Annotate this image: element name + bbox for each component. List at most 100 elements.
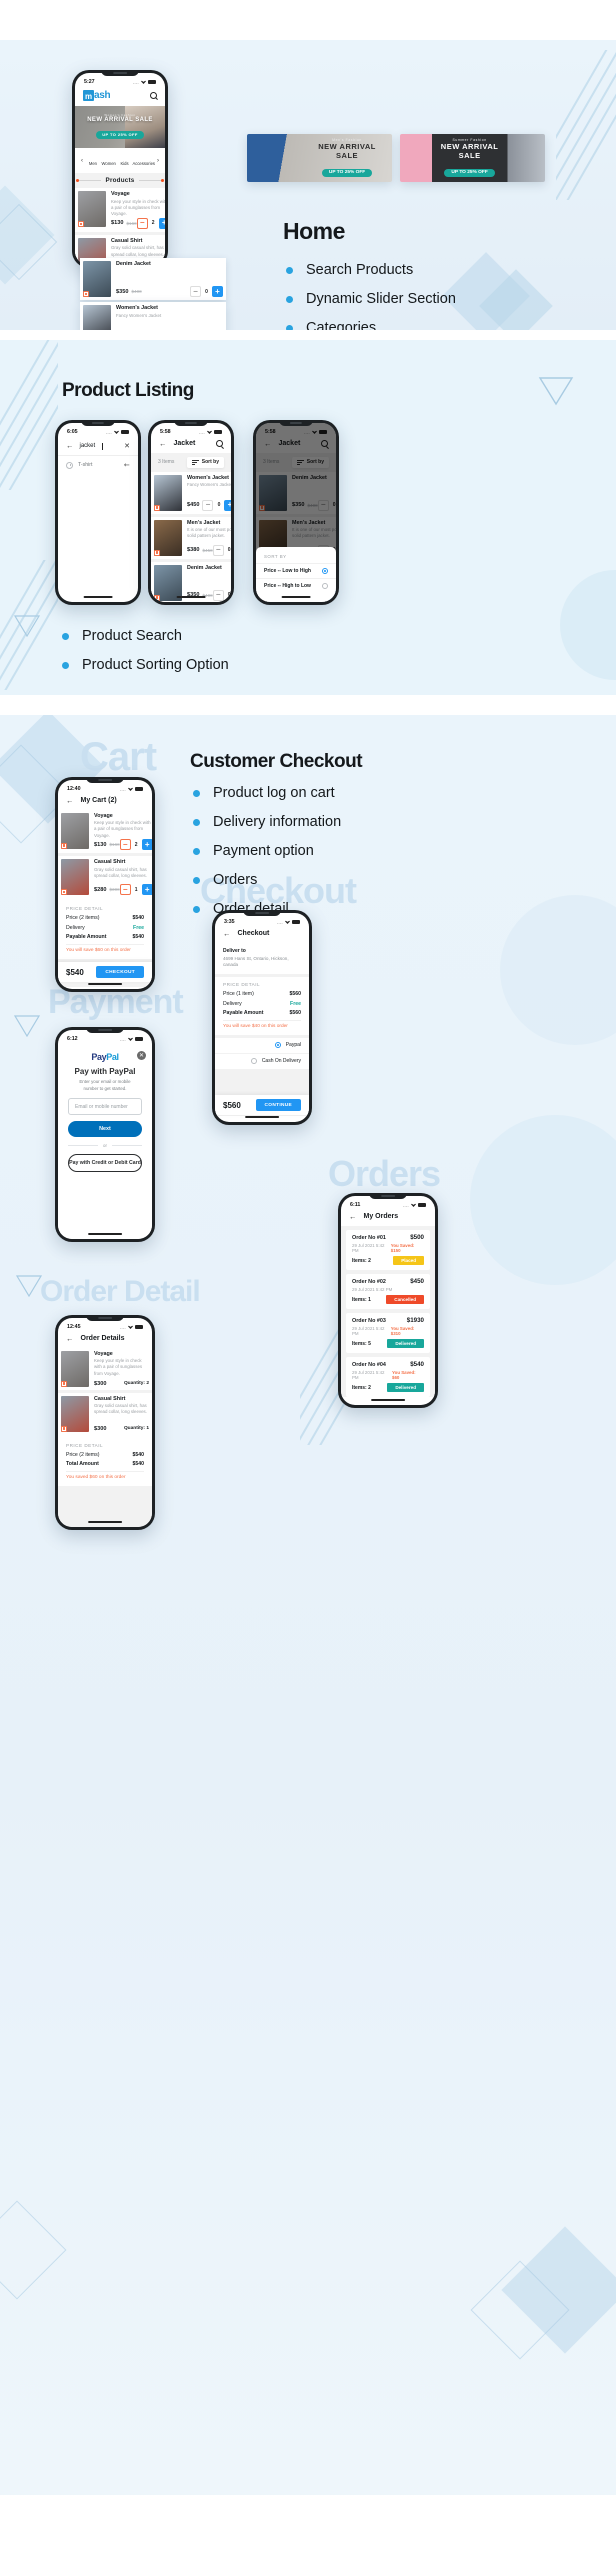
search-bar[interactable]: ← jacket ✕ <box>58 437 138 456</box>
decrement-button[interactable]: − <box>190 286 201 297</box>
sort-option-low-high[interactable]: Price -- Low to High <box>256 563 336 578</box>
search-suggestion[interactable]: T-shirt ↖ <box>58 456 138 474</box>
promo-banner-summer[interactable]: Summer Fashion NEW ARRIVAL SALE UP TO 25… <box>400 134 545 182</box>
radio-unselected-icon[interactable] <box>250 1058 257 1065</box>
category-item-kids[interactable]: Kids <box>117 152 133 170</box>
search-input[interactable]: jacket <box>80 443 96 449</box>
hero-banner[interactable]: Women's Fashion NEW ARRIVAL SALE UP TO 2… <box>75 106 165 148</box>
offer-badge <box>154 594 160 601</box>
increment-button[interactable]: + <box>212 286 223 297</box>
list-item[interactable]: Order No #03 $1930 29 Jul 2021 5:42 PM You… <box>346 1312 430 1353</box>
quantity-stepper[interactable]: −2 + <box>119 839 152 851</box>
product-name: Men's Jacket <box>187 519 221 526</box>
radio-unselected-icon[interactable] <box>322 583 328 589</box>
banner-head: NEW ARRIVAL SALE <box>87 117 153 123</box>
radio-selected-icon[interactable] <box>322 568 328 574</box>
sort-button[interactable]: Sort by <box>186 456 224 468</box>
promo-banner-mens[interactable]: Men's Fashion NEW ARRIVAL SALE UP TO 25%… <box>247 134 392 182</box>
next-button[interactable]: Next <box>68 1121 142 1138</box>
list-item: Categories <box>286 320 456 330</box>
quantity-value: 1 <box>134 886 138 893</box>
order-items: Items: 5 <box>352 1340 371 1347</box>
offer-badge <box>61 1425 67 1432</box>
decrement-button[interactable]: − <box>202 499 214 511</box>
decor-circle <box>470 1115 616 1285</box>
sort-bottom-sheet[interactable]: SORT BY Price -- Low to High Price -- Hi… <box>256 547 336 602</box>
list-item[interactable]: Order No #01 $500 29 Jul 2021 5:42 PM You … <box>346 1229 430 1270</box>
category-item-women[interactable]: Women <box>101 152 117 170</box>
list-item: Product log on cart <box>193 785 341 801</box>
table-row[interactable]: Voyage Keep your style in check with a p… <box>58 809 152 854</box>
decrement-button[interactable]: − <box>119 884 131 896</box>
wifi-icon <box>114 430 119 434</box>
chevron-right-icon[interactable]: › <box>155 158 161 164</box>
offer-badge <box>78 221 84 227</box>
arrow-up-left-icon[interactable]: ↖ <box>122 460 132 470</box>
order-detail-price-detail: PRICE DETAIL Price (2 items) $540 Total A… <box>58 1437 152 1486</box>
category-item-accessories[interactable]: Accessories <box>132 152 155 170</box>
checkout-button[interactable]: CHECKOUT <box>96 966 144 978</box>
category-carousel[interactable]: ‹ Men Women Kids Accessories › <box>75 148 165 173</box>
back-icon[interactable]: ← <box>223 930 231 938</box>
list-item[interactable]: Order No #04 $540 29 Jul 2021 5:42 PM You … <box>346 1356 430 1397</box>
back-icon[interactable]: ← <box>349 1213 357 1221</box>
category-item-men[interactable]: Men <box>85 152 101 170</box>
quantity-value: 0 <box>227 592 231 598</box>
list-item: Product Sorting Option <box>62 657 229 673</box>
list-item[interactable]: Order No #02 $450 29 Jul 2021 5:42 PM Ite… <box>346 1273 430 1309</box>
product-price: $350 <box>116 288 129 295</box>
table-row[interactable]: Women's Jacket Fancy Women's Jacket $450… <box>80 302 226 330</box>
quantity-value: 2 <box>151 220 155 227</box>
close-icon[interactable]: ✕ <box>124 442 130 450</box>
brand-logo: m ash <box>83 89 111 101</box>
increment-button[interactable]: + <box>158 217 165 229</box>
search-icon[interactable] <box>216 440 223 448</box>
back-icon[interactable]: ← <box>66 797 74 805</box>
quantity-stepper[interactable]: − 2 + <box>136 217 165 229</box>
payment-option-cod[interactable]: Cash On Delivery <box>215 1053 309 1070</box>
decrement-button[interactable]: − <box>212 589 224 601</box>
home-feature-list: Search Products Dynamic Slider Section C… <box>286 262 456 330</box>
back-icon[interactable]: ← <box>66 442 74 450</box>
increment-button[interactable]: + <box>141 884 152 896</box>
sort-option-high-low[interactable]: Price -- High to Low <box>256 578 336 593</box>
decrement-button[interactable]: − <box>119 839 131 851</box>
product-desc: Fancy Women's Jacket <box>187 482 231 487</box>
payment-option-paypal[interactable]: Paypal <box>215 1037 309 1054</box>
search-icon[interactable] <box>150 92 157 99</box>
decor-stripes <box>0 340 58 490</box>
pay-with-card-button[interactable]: Pay with Credit or Debit Card <box>68 1154 142 1173</box>
listing-feature-list: Product Search Product Sorting Option <box>62 628 229 686</box>
radio-selected-icon[interactable] <box>274 1042 281 1049</box>
decrement-button[interactable]: − <box>136 217 148 229</box>
decrement-button[interactable]: − <box>212 544 224 556</box>
order-detail-product-list: Voyage Keep your style in check with a p… <box>58 1347 152 1435</box>
table-row[interactable]: Denim Jacket $350 $400 − 0 + <box>80 258 226 300</box>
battery-icon <box>135 1037 143 1041</box>
deliver-to-address: 4699 Hans St, Ontario, Hickson, canada <box>223 955 289 968</box>
quantity-stepper[interactable]: −0+ <box>212 544 231 556</box>
increment-button[interactable]: + <box>224 499 231 511</box>
back-icon[interactable]: ← <box>159 440 167 448</box>
quantity-stepper[interactable]: −0+ <box>202 499 231 511</box>
product-name: Women's Jacket <box>187 474 229 481</box>
quantity-stepper[interactable]: − 0 + <box>190 286 223 297</box>
list-item: Product Search <box>62 628 229 644</box>
table-row[interactable]: Women's Jacket Fancy Women's Jacket $450… <box>151 471 231 514</box>
offer-badge <box>61 889 67 896</box>
back-icon[interactable]: ← <box>66 1335 74 1343</box>
table-row[interactable]: Voyage Keep your style in check with a p… <box>75 188 165 232</box>
close-icon[interactable]: ✕ <box>137 1051 146 1060</box>
delivery-address-block[interactable]: Deliver to 4699 Hans St, Ontario, Hickso… <box>215 942 309 975</box>
status-time: 5:27 <box>84 79 95 85</box>
continue-button[interactable]: CONTINUE <box>255 1099 301 1111</box>
table-row[interactable]: Men's Jacket It is one of our most popul… <box>151 516 231 559</box>
increment-button[interactable]: + <box>141 839 152 851</box>
table-row[interactable]: Casual Shirt Gray solid casual shirt, ha… <box>58 856 152 899</box>
quantity-stepper[interactable]: −0+ <box>212 589 231 601</box>
quantity-stepper[interactable]: −1 + <box>119 884 152 896</box>
decor-triangle-icon <box>16 1275 42 1297</box>
offer-badge <box>154 549 160 556</box>
email-field[interactable]: Email or mobile number <box>68 1098 142 1116</box>
product-price: $130 <box>94 841 107 848</box>
